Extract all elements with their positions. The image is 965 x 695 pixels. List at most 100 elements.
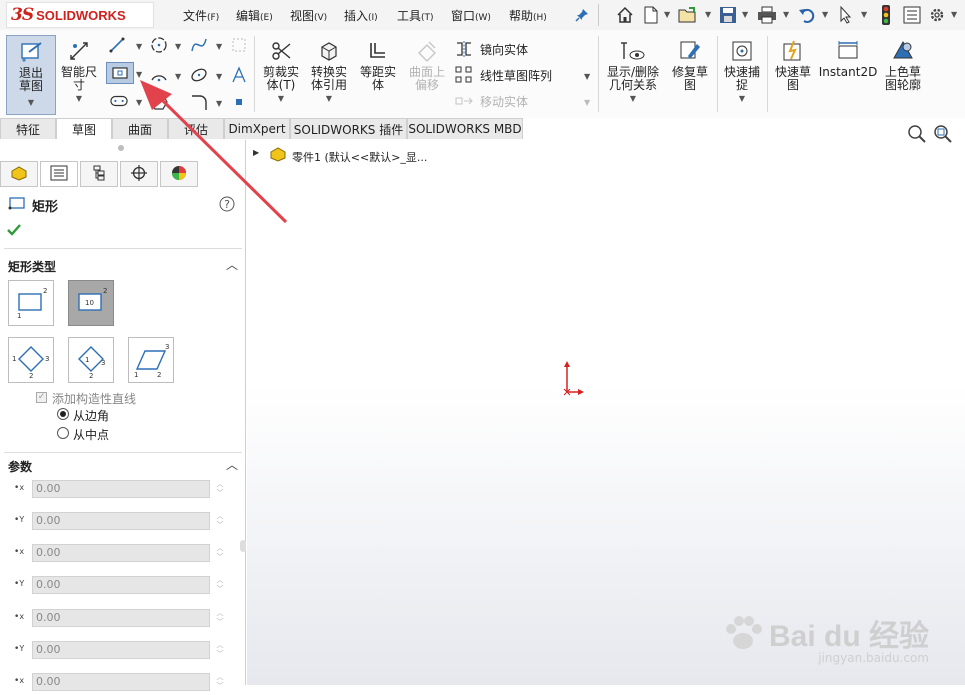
parallelogram-option[interactable]: 1 2 3 (128, 337, 174, 383)
move-entities-button[interactable]: 移动实体 (455, 92, 528, 110)
offset-entities-button[interactable]: 等距实体 (356, 38, 400, 92)
offset-on-surface-label: 曲面上偏移 (408, 65, 445, 92)
param-spinner[interactable]: ︿ ﹀ (214, 641, 226, 659)
menu-tools[interactable]: 工具(T) (397, 7, 434, 24)
print-icon[interactable] (757, 5, 777, 25)
tab-configuration-manager[interactable] (80, 161, 118, 187)
rapid-sketch-button[interactable]: 快速草图 (770, 38, 816, 92)
tab-features[interactable]: 特征 (0, 118, 56, 139)
part-tree-label[interactable]: 零件1 (默认<<默认>_显... (292, 149, 427, 165)
line-tool-caret[interactable]: ▼ (136, 42, 142, 51)
smart-dimension-button[interactable]: 智能尺寸 ▼ (56, 38, 102, 105)
save-icon[interactable] (718, 5, 738, 25)
circle-tool-icon[interactable] (150, 36, 168, 54)
tab-addins[interactable]: SOLIDWORKS 插件 (290, 118, 407, 139)
quick-snaps-button[interactable]: 快速捕捉 ▼ (720, 38, 764, 105)
ok-check-icon[interactable] (6, 222, 22, 241)
param-spinner[interactable]: ︿ ﹀ (214, 512, 226, 530)
param-x4-input[interactable]: 0.00 (32, 673, 210, 691)
options-dropdown-caret[interactable]: ▼ (951, 10, 957, 19)
zoom-to-fit-icon[interactable] (907, 124, 927, 147)
param-point-icon: •Y (14, 579, 25, 589)
spline-tool-icon[interactable] (190, 36, 208, 54)
zoom-to-area-icon[interactable] (933, 124, 953, 147)
rect-type-collapse-icon[interactable]: ︿ (226, 256, 238, 273)
rectangle-tool-caret[interactable]: ▼ (136, 70, 142, 79)
tab-sketch[interactable]: 草图 (56, 118, 112, 139)
param-y2-input[interactable]: 0.00 (32, 576, 210, 594)
exit-sketch-caret[interactable]: ▼ (28, 96, 34, 109)
print-dropdown-caret[interactable]: ▼ (783, 10, 789, 19)
new-dropdown-caret[interactable]: ▼ (664, 10, 670, 19)
rebuild-traffic-light-icon[interactable] (876, 5, 896, 25)
param-spinner[interactable]: ︿ ﹀ (214, 544, 226, 562)
svg-text:3: 3 (101, 359, 105, 367)
menu-divider (598, 4, 599, 26)
menu-window[interactable]: 窗口(W) (451, 7, 491, 24)
param-y3-input[interactable]: 0.00 (32, 641, 210, 659)
menu-insert[interactable]: 插入(I) (344, 7, 378, 24)
instant2d-button[interactable]: Instant2D (819, 38, 877, 79)
move-entities-caret[interactable]: ▼ (584, 98, 590, 107)
menu-view[interactable]: 视图(V) (290, 7, 327, 24)
offset-on-surface-button[interactable]: 曲面上偏移 (404, 38, 450, 92)
undo-icon[interactable] (797, 5, 817, 25)
repair-sketch-button[interactable]: 修复草图 (668, 38, 712, 92)
from-midpoint-radio[interactable] (57, 427, 69, 439)
home-icon[interactable] (615, 5, 635, 25)
undo-dropdown-caret[interactable]: ▼ (822, 10, 828, 19)
param-spinner[interactable]: ︿ ﹀ (214, 673, 226, 691)
select-cursor-icon[interactable] (836, 5, 856, 25)
3point-center-rectangle-option[interactable]: 1 3 2 (68, 337, 114, 383)
solidworks-logo[interactable]: 3S SOLIDWORKS (6, 2, 154, 28)
tab-mbd[interactable]: SOLIDWORKS MBD (407, 118, 523, 139)
tab-feature-manager[interactable] (0, 161, 38, 187)
open-dropdown-caret[interactable]: ▼ (705, 10, 711, 19)
construction-lines-checkbox[interactable]: ✓ (36, 392, 47, 403)
param-x3-input[interactable]: 0.00 (32, 609, 210, 627)
param-x1-input[interactable]: 0.00 (32, 480, 210, 498)
exit-sketch-button[interactable]: 退出草图 ▼ (6, 35, 56, 115)
quick-snaps-caret[interactable]: ▼ (739, 92, 745, 105)
menu-edit[interactable]: 编辑(E) (236, 7, 273, 24)
params-collapse-icon[interactable]: ︿ (226, 456, 238, 473)
line-tool-icon[interactable] (108, 36, 126, 54)
convert-caret[interactable]: ▼ (326, 92, 332, 105)
panel-collapse-handle[interactable] (240, 540, 246, 552)
slot-tool-icon[interactable] (110, 92, 128, 110)
convert-entities-button[interactable]: 转换实体引用 ▼ (306, 38, 352, 105)
menu-file[interactable]: 文件(F) (183, 7, 219, 24)
save-dropdown-caret[interactable]: ▼ (742, 10, 748, 19)
panel-splitter-dot[interactable] (118, 145, 124, 151)
param-y1-input[interactable]: 0.00 (32, 512, 210, 530)
spline-tool-caret[interactable]: ▼ (216, 42, 222, 51)
display-relations-caret[interactable]: ▼ (630, 92, 636, 105)
display-relations-button[interactable]: 显示/删除几何关系 ▼ (602, 38, 664, 105)
center-rectangle-option[interactable]: 10 2 (68, 280, 114, 326)
linear-pattern-caret[interactable]: ▼ (584, 72, 590, 81)
display-relations-icon (620, 38, 646, 64)
new-document-icon[interactable] (641, 5, 661, 25)
circle-tool-caret[interactable]: ▼ (175, 42, 181, 51)
tab-property-manager[interactable] (40, 161, 78, 187)
mirror-entities-button[interactable]: 镜向实体 (455, 40, 528, 58)
select-dropdown-caret[interactable]: ▼ (861, 10, 867, 19)
from-corner-radio[interactable] (57, 408, 69, 420)
smart-dimension-caret[interactable]: ▼ (76, 92, 82, 105)
menu-help[interactable]: 帮助(H) (509, 7, 547, 24)
param-spinner[interactable]: ︿ ﹀ (214, 576, 226, 594)
linear-pattern-button[interactable]: 线性草图阵列 (455, 66, 552, 84)
options-gear-icon[interactable] (927, 5, 947, 25)
pin-icon[interactable] (572, 5, 592, 25)
param-spinner[interactable]: ︿ ﹀ (214, 609, 226, 627)
graphics-area[interactable]: ▶ 零件1 (默认<<默认>_显... Bai du 经验 jingyan.ba… (247, 125, 965, 685)
plane-tool-icon[interactable] (230, 36, 248, 54)
shaded-sketch-contours-button[interactable]: 上色草图轮廓 (878, 38, 928, 92)
corner-rectangle-option[interactable]: 12 (8, 280, 54, 326)
3point-corner-rectangle-option[interactable]: 1 3 2 (8, 337, 54, 383)
param-x2-input[interactable]: 0.00 (32, 544, 210, 562)
open-folder-icon[interactable] (678, 5, 698, 25)
param-row: •Y 0.00 ︿ ﹀ (14, 512, 230, 534)
file-properties-icon[interactable] (902, 5, 922, 25)
param-spinner[interactable]: ︿ ﹀ (214, 480, 226, 498)
